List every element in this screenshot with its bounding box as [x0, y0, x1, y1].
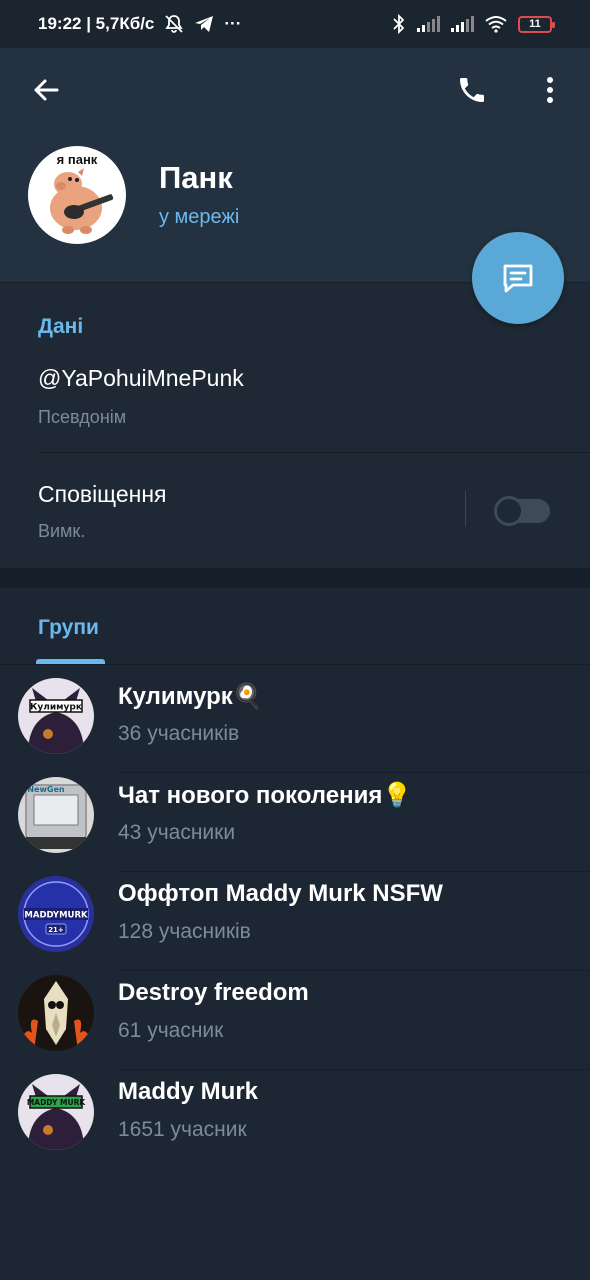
group-name: Кулимурк🍳 — [118, 683, 263, 710]
group-avatar: MADDY MURK — [18, 1074, 94, 1150]
battery-icon: 11 — [518, 15, 555, 33]
tab-divider — [0, 664, 590, 665]
group-name: Оффтоп Maddy Murk NSFW — [118, 880, 443, 907]
group-item[interactable]: Кулимурк Кулимурк🍳 36 учасників — [0, 676, 590, 775]
notifications-state: Вимк. — [38, 521, 86, 541]
message-icon — [503, 264, 533, 293]
tab-groups[interactable]: Групи — [38, 616, 99, 640]
more-options-button[interactable] — [526, 66, 574, 114]
toggle-knob — [494, 496, 524, 526]
group-avatar: MADDYMURK 21+ — [18, 876, 94, 952]
username-value[interactable]: @YaPohuiMnePunk — [38, 365, 244, 392]
group-divider — [118, 871, 590, 872]
group-avatar — [18, 975, 94, 1051]
back-button[interactable] — [22, 66, 70, 114]
avatar-caption: я панк — [56, 152, 98, 167]
info-section: Дані @YaPohuiMnePunk Псевдонім Сповіщенн… — [0, 282, 590, 568]
group-members: 61 учасник — [118, 1019, 224, 1042]
call-button[interactable] — [448, 66, 496, 114]
group-members: 36 учасників — [118, 722, 240, 745]
info-section-title: Дані — [38, 315, 84, 338]
group-name: Чат нового поколения💡 — [118, 782, 413, 809]
signal-icon — [450, 15, 474, 33]
status-time-speed: 19:22 | 5,7Кб/с — [38, 14, 155, 33]
group-members: 43 учасники — [118, 821, 236, 844]
groups-section: Групи Кулимурк Кулимурк🍳 36 учасників Ne… — [0, 588, 590, 1280]
group-item[interactable]: MADDY MURK Maddy Murk 1651 учасник — [0, 1072, 590, 1171]
notifications-toggle[interactable] — [494, 496, 550, 526]
send-message-button[interactable] — [472, 232, 564, 324]
profile-name: Панк — [159, 160, 233, 195]
info-divider — [38, 452, 590, 453]
group-avatar-text: Кулимурк — [30, 703, 82, 713]
mute-bell-icon — [164, 14, 184, 34]
group-name: Destroy freedom — [118, 979, 309, 1006]
more-dots: ··· — [224, 14, 242, 33]
group-avatar-badge: 21+ — [48, 926, 64, 934]
notifications-label: Сповіщення — [38, 481, 167, 507]
section-gap — [0, 568, 590, 588]
toggle-separator — [465, 491, 466, 527]
group-divider — [118, 772, 590, 773]
group-divider — [118, 970, 590, 971]
telegram-icon — [194, 15, 214, 33]
more-vertical-icon — [547, 77, 553, 103]
group-list: Кулимурк Кулимурк🍳 36 учасників NewGen Ч… — [0, 676, 590, 1171]
group-avatar-text: NewGen — [27, 785, 65, 794]
wifi-icon — [484, 15, 508, 33]
group-members: 1651 учасник — [118, 1118, 247, 1141]
group-avatar: NewGen — [18, 777, 94, 853]
group-item[interactable]: NewGen Чат нового поколения💡 43 учасники — [0, 775, 590, 874]
bluetooth-icon — [392, 14, 406, 34]
username-label: Псевдонім — [38, 407, 127, 427]
profile-status: у мережі — [159, 206, 240, 228]
group-members: 128 учасників — [118, 920, 251, 943]
back-arrow-icon — [34, 79, 59, 101]
group-divider — [118, 1069, 590, 1070]
group-avatar-text: MADDY MURK — [27, 1098, 87, 1107]
group-item[interactable]: Destroy freedom 61 учасник — [0, 973, 590, 1072]
group-avatar-text: MADDYMURK — [24, 911, 88, 921]
signal-icon — [416, 15, 440, 33]
status-bar: 19:22 | 5,7Кб/с ··· 11 — [0, 0, 590, 48]
group-item[interactable]: MADDYMURK 21+ Оффтоп Maddy Murk NSFW 128… — [0, 874, 590, 973]
group-avatar: Кулимурк — [18, 678, 94, 754]
profile-avatar[interactable]: я панк — [28, 146, 126, 244]
group-name: Maddy Murk — [118, 1078, 259, 1105]
phone-icon — [460, 78, 484, 102]
